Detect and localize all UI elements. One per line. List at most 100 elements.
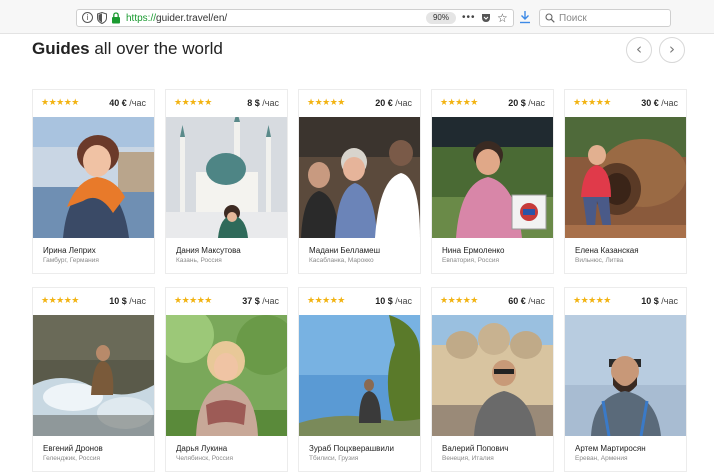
price-amount: 40 € [109,98,127,108]
guide-location: Казань, Россия [176,257,222,264]
zoom-level-badge[interactable]: 90% [426,12,456,24]
price: 8 $ /час [247,97,279,109]
guide-photo[interactable] [565,315,686,436]
guide-card[interactable]: ★★★★★ 10 $ /час Зураб Поцхверашвили Тбил… [298,287,421,472]
price-amount: 20 $ [508,98,526,108]
card-header: ★★★★★ 60 € /час [432,288,553,315]
price-unit: /час [392,296,412,306]
price: 60 € /час [508,295,545,307]
card-header: ★★★★★ 20 € /час [299,90,420,117]
price-unit: /час [126,296,146,306]
download-icon[interactable] [519,10,531,24]
price-amount: 37 $ [242,296,260,306]
price-amount: 10 $ [641,296,659,306]
price: 30 € /час [641,97,678,109]
price: 10 $ /час [641,295,678,307]
page-title-rest: all over the world [89,39,223,58]
price-amount: 60 € [508,296,526,306]
guide-photo[interactable] [166,315,287,436]
price: 37 $ /час [242,295,279,307]
price-amount: 20 € [375,98,393,108]
carousel-prev-button[interactable]: ‹ [626,37,652,63]
guide-photo[interactable] [33,315,154,436]
price: 10 $ /час [109,295,146,307]
guide-photo[interactable] [166,117,287,238]
info-icon[interactable]: i [82,12,93,23]
tracking-shield-icon[interactable] [97,12,107,24]
card-header: ★★★★★ 37 $ /час [166,288,287,315]
guide-name[interactable]: Дарья Лукина [176,444,227,454]
price-unit: /час [126,98,146,108]
price-amount: 30 € [641,98,659,108]
guide-location: Геленджик, Россия [43,455,101,462]
guide-photo[interactable] [299,117,420,238]
rating-stars: ★★★★★ [573,296,611,306]
card-header: ★★★★★ 10 $ /час [33,288,154,315]
page-title-bold: Guides [32,39,90,58]
guide-card[interactable]: ★★★★★ 60 € /час Валерий Попович Венеция,… [431,287,554,472]
carousel-next-button[interactable]: › [659,37,685,63]
price-unit: /час [259,98,279,108]
rating-stars: ★★★★★ [41,98,79,108]
browser-toolbar: i https://guider.travel/en/ 90% ••• ☆ По… [0,0,714,34]
bookmark-star-icon[interactable]: ☆ [497,11,508,25]
price-unit: /час [392,98,412,108]
guide-location: Евпатория, Россия [442,257,499,264]
price: 40 € /час [109,97,146,109]
address-bar[interactable]: i https://guider.travel/en/ 90% ••• ☆ [76,9,514,27]
guide-name[interactable]: Мадани Белламеш [309,246,380,256]
rating-stars: ★★★★★ [174,296,212,306]
card-header: ★★★★★ 30 € /час [565,90,686,117]
guide-name[interactable]: Артем Мартиросян [575,444,646,454]
guide-name[interactable]: Зураб Поцхверашвили [309,444,394,454]
guide-name[interactable]: Ирина Леприх [43,246,96,256]
guide-card[interactable]: ★★★★★ 10 $ /час Евгений Дронов Геленджик… [32,287,155,472]
guide-photo[interactable] [565,117,686,238]
price: 20 € /час [375,97,412,109]
search-placeholder: Поиск [559,13,587,24]
guide-name[interactable]: Нина Ермоленко [442,246,504,256]
rating-stars: ★★★★★ [440,296,478,306]
guide-name[interactable]: Евгений Дронов [43,444,103,454]
guide-location: Венеция, Италия [442,455,494,462]
guide-card[interactable]: ★★★★★ 37 $ /час Дарья Лукина Челябинск, … [165,287,288,472]
guide-card[interactable]: ★★★★★ 10 $ /час Артем Мартиросян Ереван,… [564,287,687,472]
url-scheme: https:// [126,13,157,24]
rating-stars: ★★★★★ [573,98,611,108]
search-bar[interactable]: Поиск [539,9,671,27]
card-header: ★★★★★ 40 € /час [33,90,154,117]
pocket-icon[interactable] [481,13,491,23]
guide-location: Гамбург, Германия [43,257,99,264]
guide-photo[interactable] [432,315,553,436]
rating-stars: ★★★★★ [307,98,345,108]
card-header: ★★★★★ 10 $ /час [565,288,686,315]
guide-card[interactable]: ★★★★★ 20 $ /час Нина Ермоленко Евпатория… [431,89,554,274]
price-unit: /час [259,296,279,306]
guide-card[interactable]: ★★★★★ 30 € /час Елена Казанская Вильнюс,… [564,89,687,274]
guide-location: Челябинск, Россия [176,455,234,462]
guide-location: Вильнюс, Литва [575,257,624,264]
search-icon [545,13,555,23]
guide-photo[interactable] [432,117,553,238]
rating-stars: ★★★★★ [41,296,79,306]
rating-stars: ★★★★★ [440,98,478,108]
price-amount: 8 $ [247,98,260,108]
price: 20 $ /час [508,97,545,109]
guide-photo[interactable] [299,315,420,436]
guide-location: Ереван, Армения [575,455,628,462]
rating-stars: ★★★★★ [307,296,345,306]
guide-name[interactable]: Валерий Попович [442,444,508,454]
guide-photo[interactable] [33,117,154,238]
more-actions-icon[interactable]: ••• [462,11,476,25]
guide-card[interactable]: ★★★★★ 40 € /час Ирина Леприх Гамбург, Ге… [32,89,155,274]
price-amount: 10 $ [375,296,393,306]
guide-name[interactable]: Елена Казанская [575,246,639,256]
price-unit: /час [658,296,678,306]
guide-card[interactable]: ★★★★★ 8 $ /час Дания Максутова Казань, Р… [165,89,288,274]
card-header: ★★★★★ 20 $ /час [432,90,553,117]
guide-card[interactable]: ★★★★★ 20 € /час Мадани Белламеш Касаблан… [298,89,421,274]
lock-icon[interactable] [111,12,121,24]
price-unit: /час [525,98,545,108]
guide-name[interactable]: Дания Максутова [176,246,241,256]
price: 10 $ /час [375,295,412,307]
